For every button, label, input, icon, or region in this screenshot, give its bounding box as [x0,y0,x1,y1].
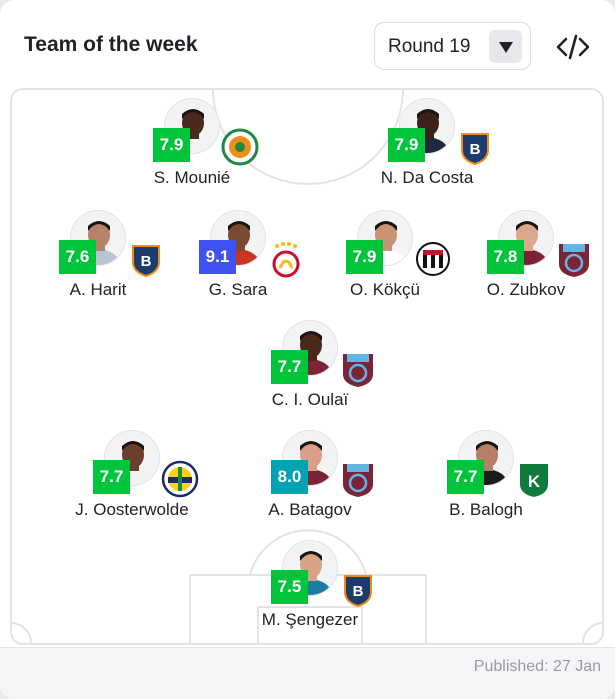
card-title: Team of the week [24,33,198,56]
embed-code-button[interactable] [552,28,594,66]
trabzonspor-badge [555,240,593,278]
galatasaray-badge [267,240,305,278]
team-of-the-week-card: Team of the week Round 19 7.9 S. Mounié 7.… [0,0,615,699]
player-name: N. Da Costa [380,168,474,187]
svg-text:B: B [141,253,152,270]
player-rating: 7.7 [271,350,308,384]
player-card[interactable]: 8.0 A. Batagov [240,430,380,540]
basaksehir-badge: B [339,570,377,608]
player-name: A. Batagov [268,500,352,519]
trabzonspor-badge [339,460,377,498]
player-card[interactable]: 7.5 B M. Şengezer [240,540,380,650]
player-name: C. I. Oulaï [271,390,349,409]
player-card[interactable]: 7.6 B A. Harit [28,210,168,320]
player-card[interactable]: 7.9 B N. Da Costa [357,98,497,208]
published-date: Published: 27 Jan [473,658,601,675]
player-card[interactable]: 7.9 S. Mounié [122,98,262,208]
round-dropdown-label: Round 19 [388,36,471,57]
player-card[interactable]: 7.7 K B. Balogh [416,430,556,540]
player-card[interactable]: 7.8 O. Zubkov [456,210,596,320]
basaksehir-badge: B [456,128,494,166]
player-card[interactable]: 7.9 O. Kökçü [315,210,455,320]
player-rating: 7.7 [93,460,130,494]
player-name: O. Zubkov [486,280,566,299]
player-rating: 7.6 [59,240,96,274]
player-card[interactable]: 7.7 C. I. Oulaï [240,320,380,430]
player-name: S. Mounié [153,168,231,187]
player-name: B. Balogh [449,500,523,519]
fenerbahce-badge [161,460,199,498]
player-rating: 7.9 [346,240,383,274]
trabzonspor-badge [339,350,377,388]
basaksehir-badge: B [127,240,165,278]
chevron-down-icon [489,30,522,63]
player-rating: 8.0 [271,460,308,494]
player-rating: 9.1 [199,240,236,274]
player-rating: 7.7 [447,460,484,494]
code-icon [556,34,590,60]
svg-text:K: K [528,472,541,491]
kocaelispor-badge: K [515,460,553,498]
player-card[interactable]: 9.1 G. Sara [168,210,308,320]
player-rating: 7.9 [388,128,425,162]
player-card[interactable]: 7.7 J. Oosterwolde [62,430,202,540]
player-rating: 7.9 [153,128,190,162]
round-dropdown[interactable]: Round 19 [374,22,531,70]
card-footer: Published: 27 Jan [0,647,615,699]
player-rating: 7.8 [487,240,524,274]
svg-text:B: B [470,141,481,158]
alanyaspor-badge [221,128,259,166]
player-name: M. Şengezer [261,610,359,629]
player-name: J. Oosterwolde [75,500,189,519]
player-rating: 7.5 [271,570,308,604]
svg-text:B: B [353,583,364,600]
besiktas-badge [414,240,452,278]
